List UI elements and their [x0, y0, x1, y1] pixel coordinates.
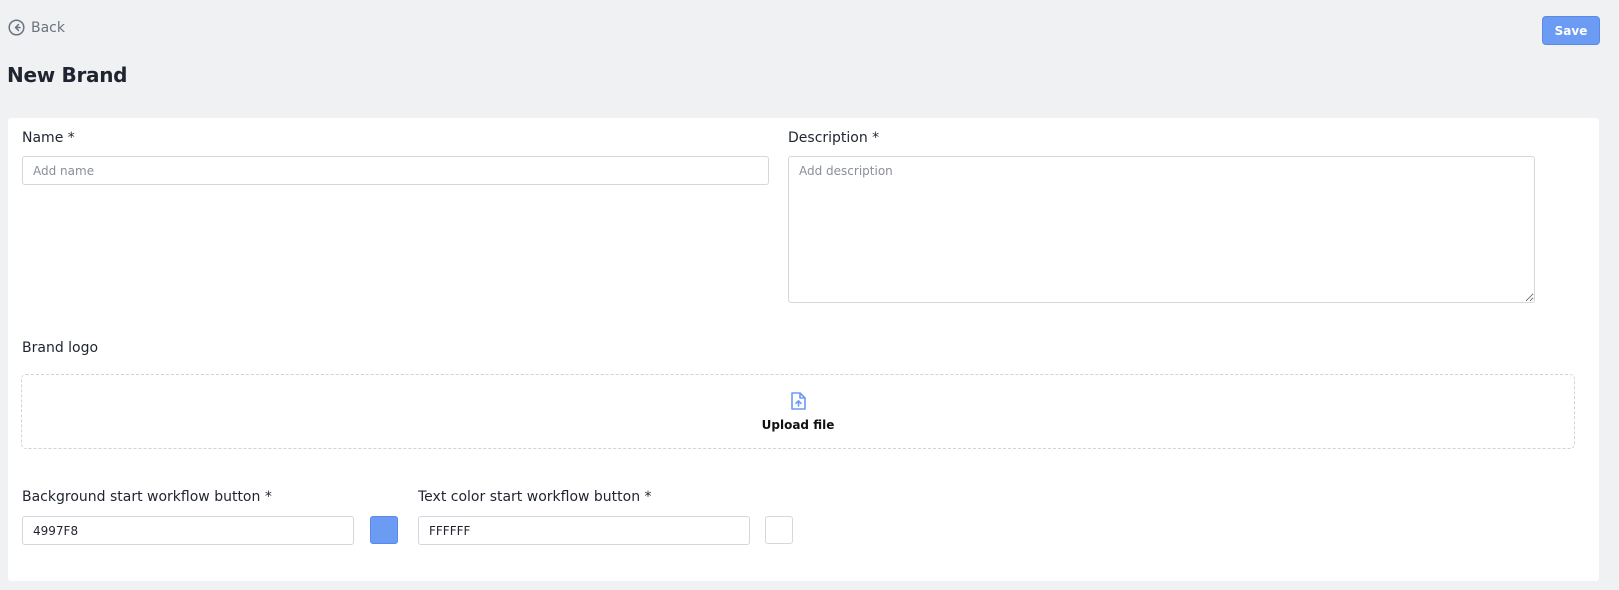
- bg-color-label: Background start workflow button *: [22, 489, 272, 505]
- back-link[interactable]: Back: [8, 19, 65, 36]
- description-label: Description *: [788, 130, 880, 146]
- save-button[interactable]: Save: [1542, 16, 1600, 45]
- text-color-label: Text color start workflow button *: [418, 489, 652, 505]
- text-color-swatch[interactable]: [765, 516, 793, 544]
- text-color-input[interactable]: [418, 516, 750, 545]
- back-arrow-icon: [8, 19, 25, 36]
- name-input[interactable]: [22, 156, 769, 185]
- upload-file-label: Upload file: [761, 417, 835, 432]
- upload-file-icon: [790, 391, 806, 414]
- bg-color-input[interactable]: [22, 516, 354, 545]
- brand-form-card: Name * Description * Brand logo Upload f…: [8, 118, 1599, 581]
- page-title: New Brand: [7, 63, 128, 87]
- description-textarea[interactable]: [788, 156, 1535, 303]
- name-label: Name *: [22, 130, 75, 146]
- back-label: Back: [31, 19, 65, 36]
- upload-dropzone[interactable]: Upload file: [21, 374, 1575, 449]
- brand-logo-label: Brand logo: [22, 340, 99, 356]
- bg-color-swatch[interactable]: [370, 516, 398, 544]
